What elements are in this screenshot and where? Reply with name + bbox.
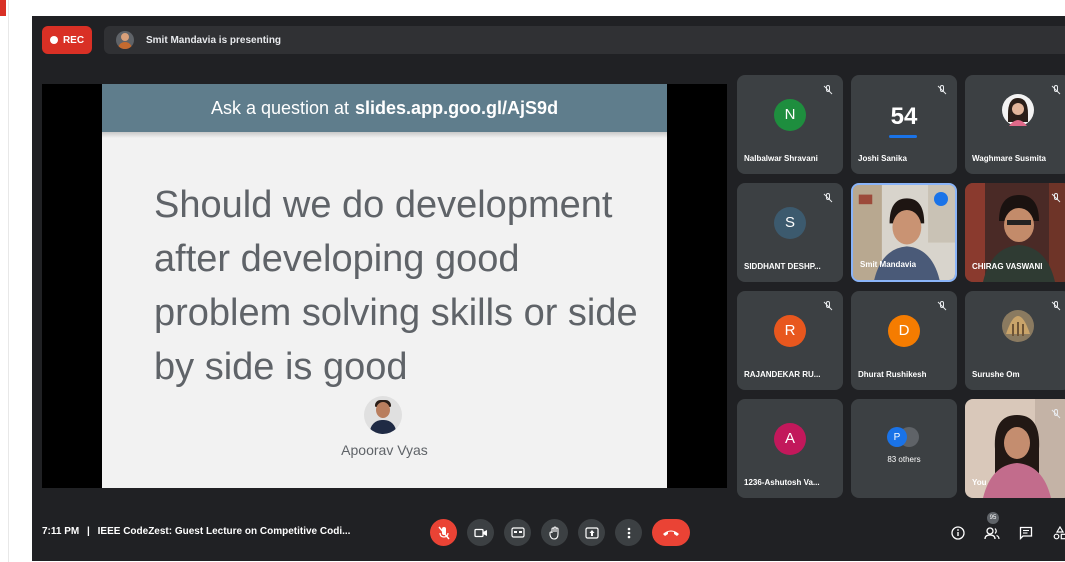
- chat-button[interactable]: [1015, 522, 1037, 544]
- end-call-icon: [663, 530, 679, 536]
- presented-slide: Ask a question at slides.app.goo.gl/AjS9…: [102, 84, 667, 488]
- question-line: by side is good: [154, 346, 408, 388]
- camera-toggle-button[interactable]: [467, 519, 494, 546]
- camera-icon: [473, 528, 487, 537]
- participant-tile[interactable]: S SIDDHANT DESHP...: [737, 183, 843, 282]
- chat-icon: [1019, 526, 1033, 540]
- slide-question: Should we do development after developin…: [102, 138, 638, 394]
- recording-badge[interactable]: REC: [42, 26, 92, 54]
- self-view-tile[interactable]: You: [965, 399, 1065, 498]
- question-line: problem solving skills or side: [154, 292, 638, 334]
- participant-name: SIDDHANT DESHP...: [744, 262, 821, 271]
- participant-avatar: A: [774, 422, 806, 455]
- people-count-badge: 95: [987, 512, 999, 524]
- slide-header-prefix: Ask a question at: [210, 97, 350, 118]
- captions-icon: [510, 527, 525, 538]
- meeting-separator: |: [87, 526, 90, 537]
- mic-off-icon: [823, 193, 833, 203]
- mic-toggle-button[interactable]: [430, 519, 457, 546]
- avatar-underline: [889, 135, 917, 138]
- participant-tile[interactable]: N Nalbalwar Shravani: [737, 75, 843, 174]
- participant-name: CHIRAG VASWANI: [972, 262, 1043, 271]
- slide-header: Ask a question at slides.app.goo.gl/AjS9…: [102, 84, 667, 132]
- meet-window: REC Smit Mandavia is presenting Ask a qu…: [32, 16, 1065, 561]
- participant-tile-speaking[interactable]: Smit Mandavia: [851, 183, 957, 282]
- participant-photo-avatar: [1002, 310, 1034, 342]
- left-edge-divider: [8, 0, 9, 562]
- participant-avatar: N: [774, 98, 806, 131]
- participant-avatar: R: [774, 314, 806, 347]
- mic-off-icon: [1051, 85, 1061, 95]
- present-screen-button[interactable]: [578, 519, 605, 546]
- activities-icon: [1053, 526, 1065, 540]
- participant-name: Waghmare Susmita: [972, 154, 1046, 163]
- more-options-icon: [627, 527, 630, 538]
- participant-name: You: [972, 478, 987, 487]
- participant-name: Dhurat Rushikesh: [858, 370, 927, 379]
- mic-off-icon: [823, 301, 833, 311]
- presenting-banner: Smit Mandavia is presenting: [104, 26, 1065, 54]
- more-options-button[interactable]: [615, 519, 642, 546]
- mic-off-icon: [1051, 301, 1061, 311]
- participant-name: Surushe Om: [972, 370, 1020, 379]
- participant-tile[interactable]: D Dhurat Rushikesh: [851, 291, 957, 390]
- presenter-avatar: [116, 31, 134, 49]
- activities-button[interactable]: [1049, 522, 1065, 544]
- others-tile[interactable]: P 83 others: [851, 399, 957, 498]
- participant-tile[interactable]: A 1236-Ashutosh Va...: [737, 399, 843, 498]
- mic-off-icon: [1051, 409, 1061, 419]
- participant-avatar: S: [774, 206, 806, 239]
- participant-avatar: D: [888, 314, 920, 347]
- question-line: Should we do development: [154, 184, 613, 226]
- asker-name: Apoorav Vyas: [341, 442, 428, 458]
- mic-off-icon: [823, 85, 833, 95]
- meeting-info-button[interactable]: [947, 522, 969, 544]
- screenshot-canvas: REC Smit Mandavia is presenting Ask a qu…: [0, 0, 1065, 562]
- side-panel-controls: 95: [947, 512, 1065, 544]
- mic-off-icon: [937, 85, 947, 95]
- presenting-text: Smit Mandavia is presenting: [146, 34, 282, 46]
- captions-button[interactable]: [504, 519, 531, 546]
- participant-tile[interactable]: R RAJANDEKAR RU...: [737, 291, 843, 390]
- participant-tile[interactable]: CHIRAG VASWANI: [965, 183, 1065, 282]
- participant-name: RAJANDEKAR RU...: [744, 370, 821, 379]
- participant-name: 1236-Ashutosh Va...: [744, 478, 820, 487]
- recording-dot-icon: [49, 36, 58, 44]
- mic-off-icon: [937, 301, 947, 311]
- call-controls: [430, 519, 690, 546]
- participant-tile[interactable]: 54 Joshi Sanika: [851, 75, 957, 174]
- meeting-time: 7:11 PM: [42, 526, 80, 537]
- people-button[interactable]: 95: [981, 512, 1003, 544]
- participant-name: Smit Mandavia: [860, 260, 917, 269]
- others-count-label: 83 others: [887, 455, 921, 464]
- others-avatar-stack: P: [887, 427, 921, 447]
- participant-name: Joshi Sanika: [858, 154, 907, 163]
- meeting-title: IEEE CodeZest: Guest Lecture on Competit…: [97, 526, 351, 537]
- participant-name: Nalbalwar Shravani: [744, 154, 818, 163]
- end-call-button[interactable]: [652, 519, 690, 546]
- raise-hand-icon: [548, 525, 559, 540]
- present-screen-icon: [584, 526, 599, 539]
- mic-off-icon: [437, 526, 450, 539]
- presentation-area: Ask a question at slides.app.goo.gl/AjS9…: [42, 84, 727, 488]
- left-edge-accent: [0, 0, 6, 16]
- mic-off-icon: [1051, 193, 1061, 203]
- asker-avatar: [364, 396, 402, 434]
- participant-avatar: 54: [890, 103, 918, 130]
- participant-avatar: P: [887, 427, 907, 447]
- people-icon: [984, 527, 1000, 540]
- meeting-details: 7:11 PM | IEEE CodeZest: Guest Lecture o…: [42, 526, 350, 537]
- recording-label: REC: [62, 34, 85, 46]
- info-icon: [951, 526, 965, 540]
- raise-hand-button[interactable]: [541, 519, 568, 546]
- participant-tile[interactable]: Surushe Om: [965, 291, 1065, 390]
- speaking-indicator-icon: [934, 192, 948, 206]
- question-line: after developing good: [154, 238, 520, 280]
- participant-tile[interactable]: Waghmare Susmita: [965, 75, 1065, 174]
- slide-header-link: slides.app.goo.gl/AjS9d: [355, 97, 559, 118]
- participant-photo-avatar: [1002, 94, 1034, 126]
